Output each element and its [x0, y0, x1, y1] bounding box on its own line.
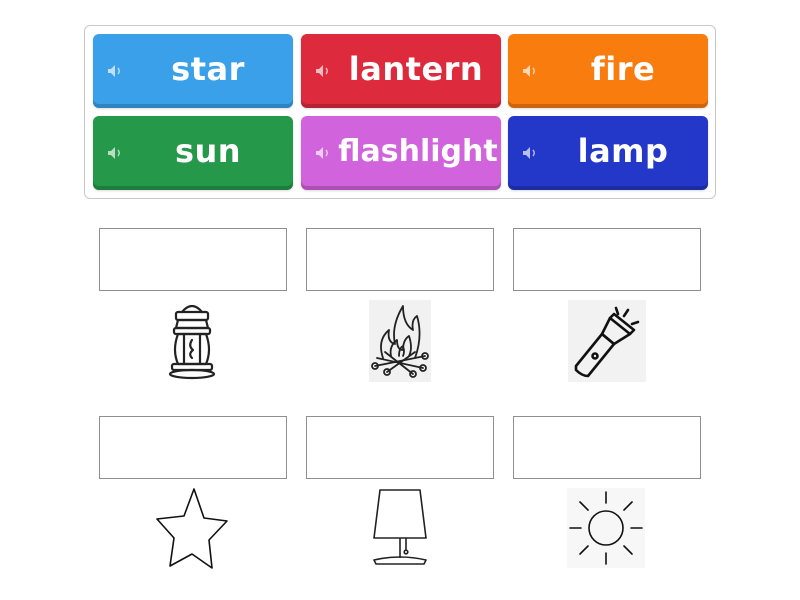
tile-label: sun [174, 132, 242, 170]
lantern-image [168, 304, 216, 380]
word-tile-sun[interactable]: sun [93, 116, 293, 190]
drop-zone-1[interactable] [99, 228, 287, 291]
tile-label: lamp [577, 132, 669, 170]
speaker-icon[interactable] [315, 146, 333, 160]
drop-zone-5[interactable] [306, 416, 494, 479]
word-tile-star[interactable]: star [93, 34, 293, 108]
flashlight-image [568, 300, 646, 382]
campfire-image [369, 300, 431, 382]
tile-label: fire [590, 50, 656, 88]
word-bank: star lantern fire sun flashlight lamp [84, 25, 716, 199]
word-tile-lamp[interactable]: lamp [508, 116, 708, 190]
table-lamp-image [373, 489, 427, 565]
word-tile-lantern[interactable]: lantern [301, 34, 501, 108]
word-tile-flashlight[interactable]: flashlight [301, 116, 501, 190]
tile-label: star [171, 50, 245, 88]
drop-zone-6[interactable] [513, 416, 701, 479]
star-image [156, 488, 228, 569]
drop-zone-4[interactable] [99, 416, 287, 479]
tile-label: flashlight [338, 133, 498, 169]
tile-label: lantern [348, 50, 484, 88]
drop-zone-3[interactable] [513, 228, 701, 291]
word-tile-fire[interactable]: fire [508, 34, 708, 108]
drop-zone-2[interactable] [306, 228, 494, 291]
sun-image [567, 488, 645, 568]
